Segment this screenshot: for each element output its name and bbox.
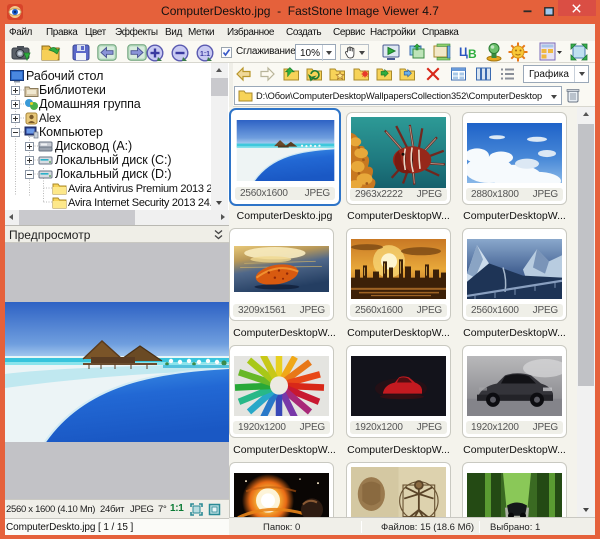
- svg-text:Ц: Ц: [459, 45, 468, 59]
- svg-text:1:1: 1:1: [200, 51, 210, 58]
- svg-text:В: В: [468, 47, 477, 61]
